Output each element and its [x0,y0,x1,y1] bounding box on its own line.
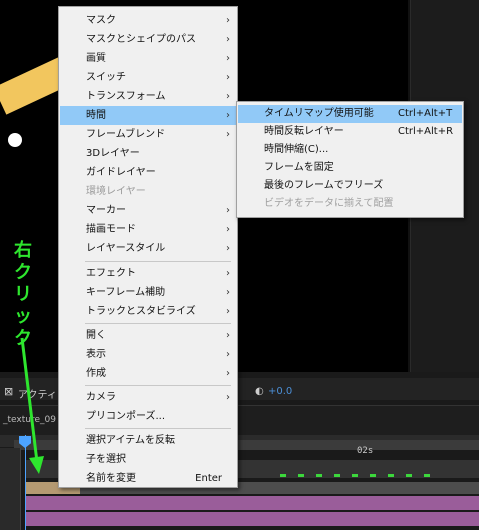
menu-item-open[interactable]: 開く › [60,326,236,345]
submenu-item-video-to-data: ビデオをデータに揃えて配置 [264,198,394,209]
menu-separator [85,428,231,429]
submenu-arrow-icon: › [226,224,230,235]
menu-separator [85,261,231,262]
submenu-arrow-icon: › [226,15,230,26]
time-submenu: タイムリマップ使用可能 Ctrl+Alt+T 時間反転レイヤー Ctrl+Alt+R… [236,101,464,218]
submenu-item-freeze-frame[interactable]: フレームを固定 [238,159,462,177]
menu-item-frame-blend[interactable]: フレームブレンド › [60,125,236,144]
submenu-arrow-icon: › [226,205,230,216]
menu-separator [85,323,231,324]
menu-item-track-stabilize[interactable]: トラックとスタビライズ › [60,302,236,321]
annotation-char: ッ [14,306,32,327]
submenu-item-time-reverse[interactable]: 時間反転レイヤー Ctrl+Alt+R [238,123,462,141]
submenu-arrow-icon: › [226,243,230,254]
submenu-item-enable-time-remap[interactable]: タイムリマップ使用可能 Ctrl+Alt+T [238,105,462,123]
rename-shortcut: Enter [195,473,222,484]
menu-item-layer-style[interactable]: レイヤースタイル › [60,239,236,258]
menu-item-transform[interactable]: トランスフォーム › [60,87,236,106]
submenu-arrow-icon: › [226,53,230,64]
menu-item-blend-mode[interactable]: 描画モード › [60,220,236,239]
submenu-arrow-icon: › [226,368,230,379]
menu-item-camera[interactable]: カメラ › [60,388,236,407]
shortcut-label: Ctrl+Alt+T [398,108,453,119]
menu-item-mask[interactable]: マスク › [60,11,236,30]
submenu-arrow-icon: › [226,268,230,279]
right-click-annotation: 右クリック [12,240,34,350]
submenu-arrow-icon: › [226,306,230,317]
menu-item-create[interactable]: 作成 › [60,364,236,383]
menu-item-effect[interactable]: エフェクト › [60,264,236,283]
submenu-arrow-icon: › [226,91,230,102]
menu-item-3d-layer[interactable]: 3Dレイヤー [60,144,236,163]
submenu-arrow-icon: › [226,72,230,83]
submenu-item-freeze-last-frame[interactable]: 最後のフレームでフリーズ [238,177,462,195]
submenu-arrow-icon: › [226,392,230,403]
context-menu: マスク › マスクとシェイプのパス › 画質 › スイッチ › トランスフォーム › 時間… [58,6,238,488]
menu-item-keyframe-assistant[interactable]: キーフレーム補助 › [60,283,236,302]
submenu-arrow-icon: › [226,349,230,360]
menu-item-rename[interactable]: 名前を変更 Enter [60,469,236,488]
submenu-item-time-stretch[interactable]: 時間伸縮(C)... [238,141,462,159]
shortcut-label: Ctrl+Alt+R [398,126,454,137]
submenu-arrow-icon: › [226,287,230,298]
submenu-arrow-icon: › [226,110,230,121]
annotation-char: ク [14,262,32,283]
submenu-arrow-icon: › [226,330,230,341]
menu-item-guide-layer[interactable]: ガイドレイヤー [60,163,236,182]
menu-item-reveal[interactable]: 表示 › [60,345,236,364]
menu-item-mask-shape-path[interactable]: マスクとシェイプのパス › [60,30,236,49]
menu-item-time[interactable]: 時間 › [60,106,236,125]
menu-separator [85,385,231,386]
menu-item-switches[interactable]: スイッチ › [60,68,236,87]
menu-item-select-children[interactable]: 子を選択 [60,450,236,469]
submenu-arrow-icon: › [226,129,230,140]
annotation-char: ク [14,328,32,349]
menu-item-quality[interactable]: 画質 › [60,49,236,68]
menu-item-precompose[interactable]: プリコンポーズ... [60,407,236,426]
submenu-arrow-icon: › [226,34,230,45]
menu-item-environment-layer: 環境レイヤー [86,186,146,197]
annotation-char: 右 [14,240,32,261]
annotation-char: リ [14,284,32,305]
menu-item-marker[interactable]: マーカー › [60,201,236,220]
menu-item-invert-selection[interactable]: 選択アイテムを反転 [60,431,236,450]
